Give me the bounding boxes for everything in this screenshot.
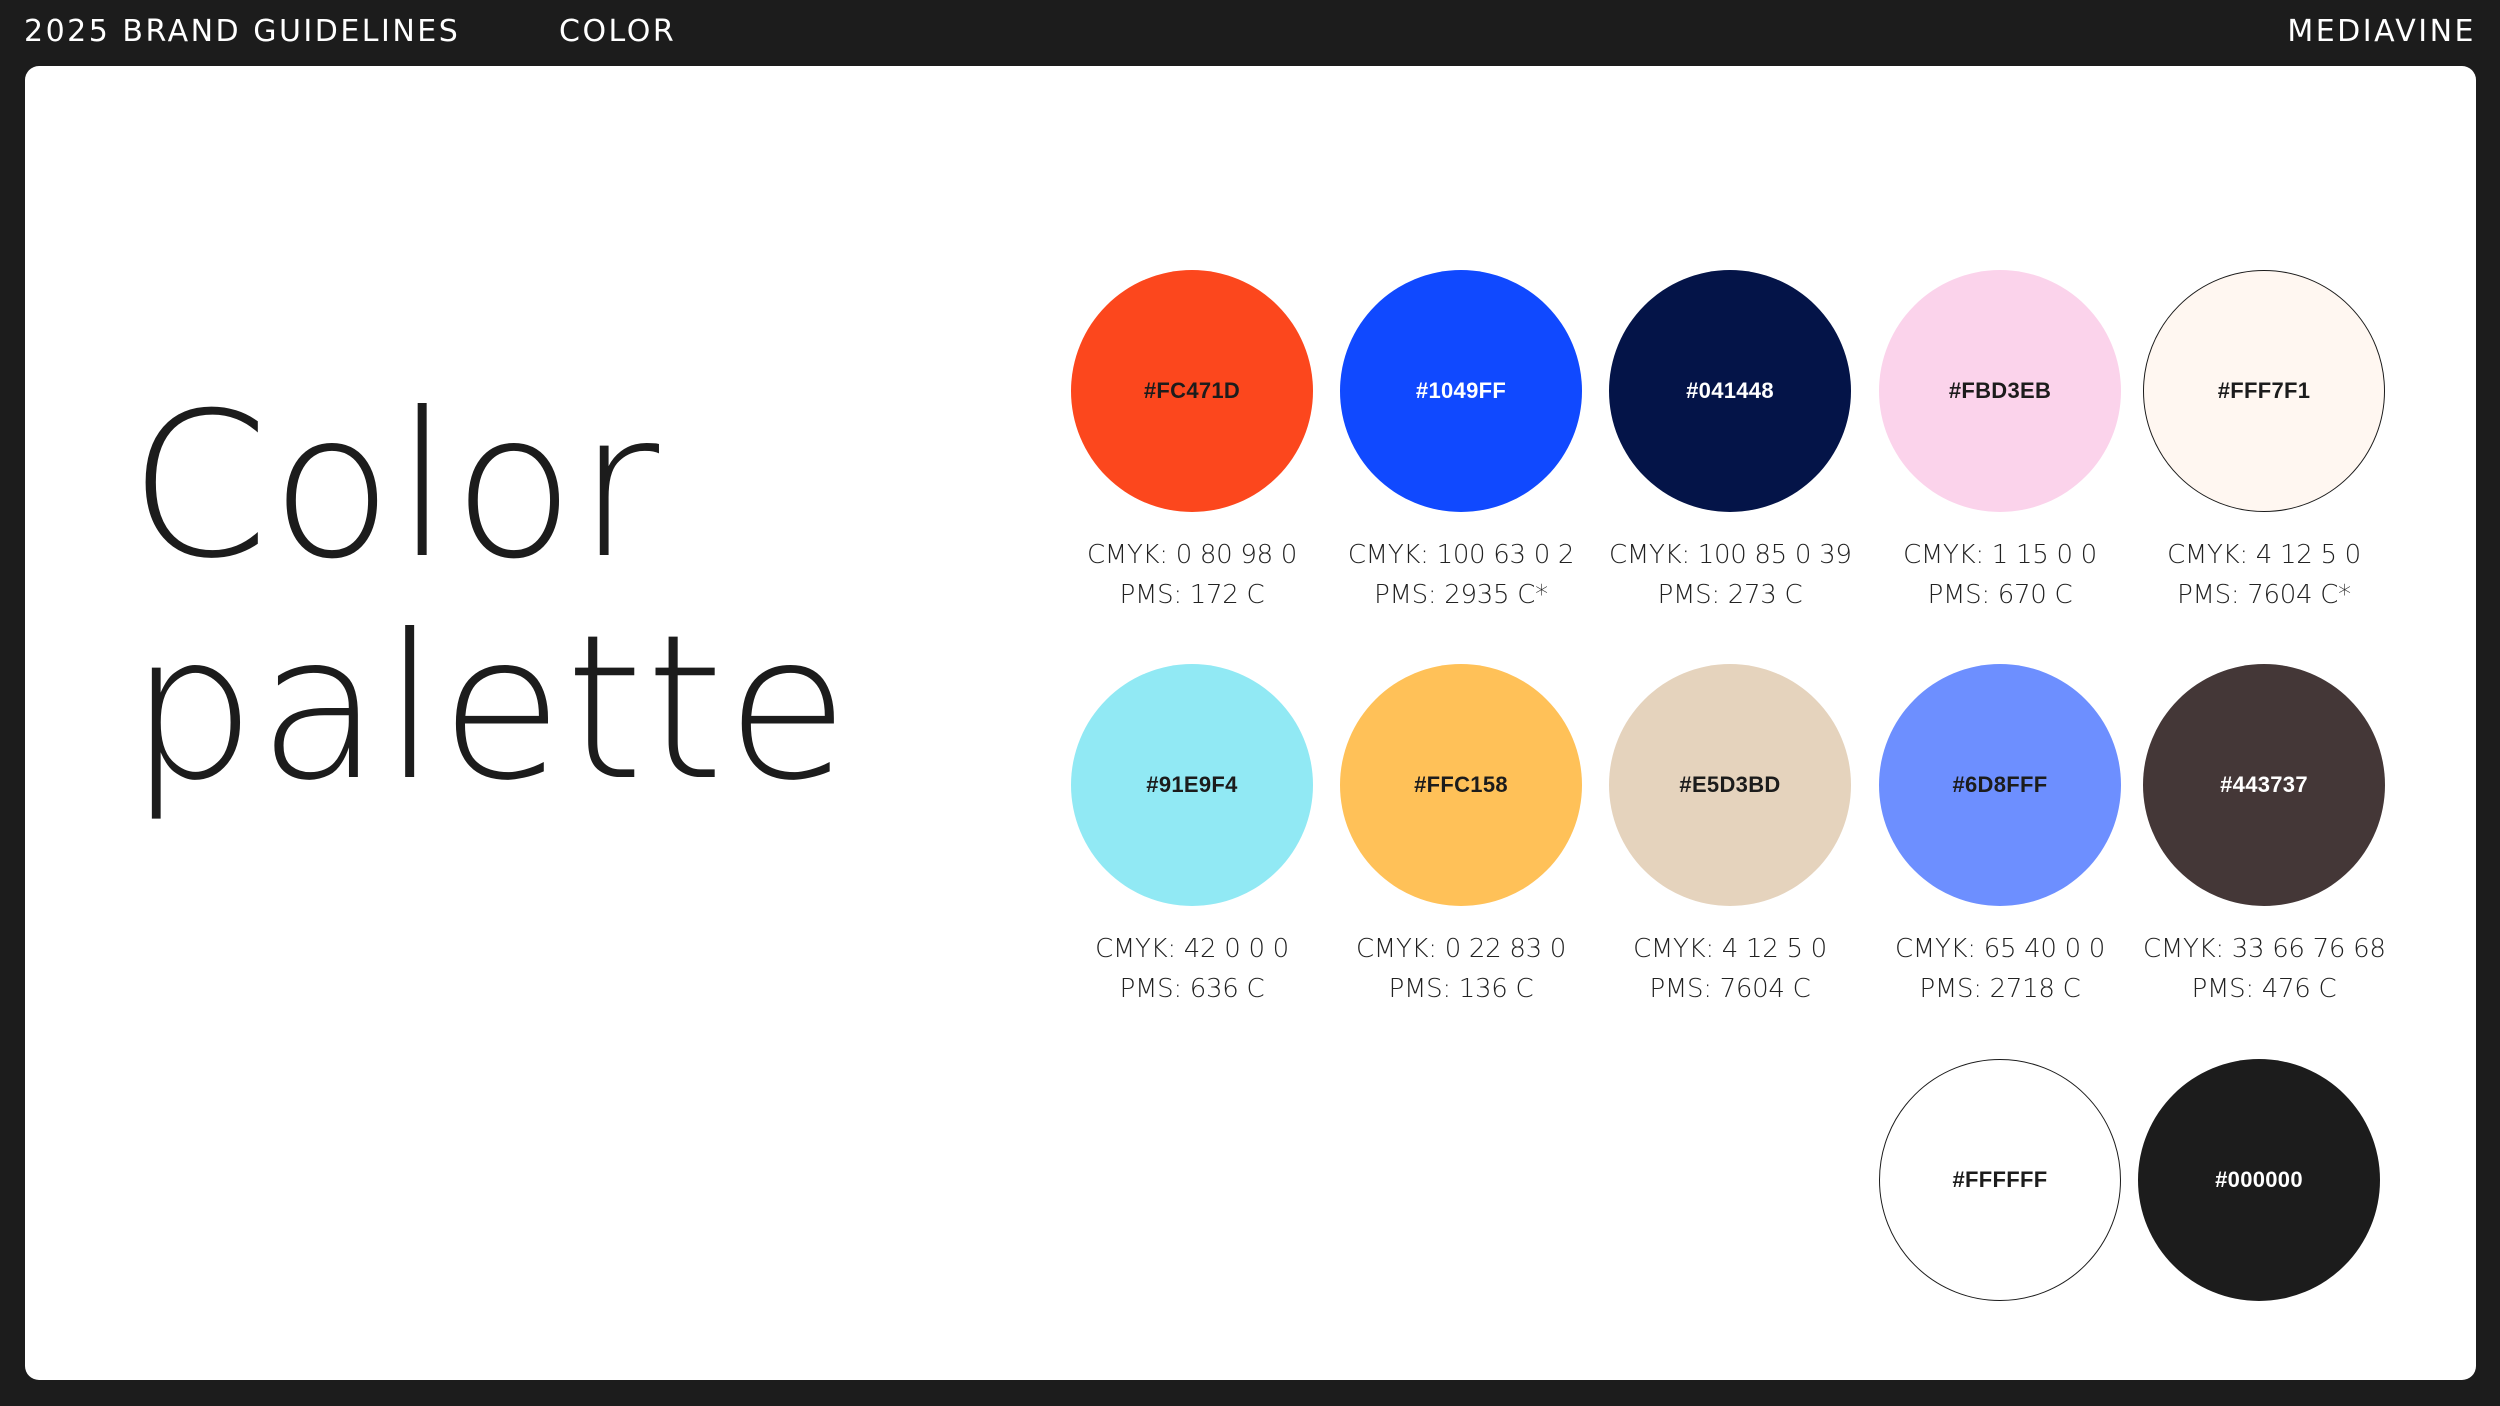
cmyk-value: CMYK: 42 0 0 0: [1095, 934, 1289, 964]
hex-code: #E5D3BD: [1679, 772, 1781, 797]
pms-value: PMS: 136 C: [1388, 974, 1534, 1004]
pms-value: PMS: 172 C: [1119, 580, 1265, 610]
color-swatch: #FBD3EB CMYK: 1 15 0 0 PMS: 670 C: [1879, 270, 2121, 615]
section-label: COLOR: [559, 14, 677, 49]
cmyk-value: CMYK: 65 40 0 0: [1894, 934, 2106, 964]
color-specs: CMYK: 65 40 0 0 PMS: 2718 C: [1879, 929, 2121, 1009]
color-specs: CMYK: 1 15 0 0 PMS: 670 C: [1879, 535, 2121, 615]
cmyk-value: CMYK: 33 66 76 68: [2143, 934, 2386, 964]
page-title-line-2: palette: [129, 592, 852, 825]
cmyk-value: CMYK: 100 85 0 39: [1609, 540, 1852, 570]
page-title-line-1: Color: [129, 370, 662, 603]
color-circle[interactable]: #FFFFFF: [1879, 1059, 2121, 1301]
hex-code: #443737: [2220, 772, 2308, 797]
hex-code: #041448: [1686, 378, 1774, 403]
color-swatch: #FFF7F1 CMYK: 4 12 5 0 PMS: 7604 C*: [2143, 270, 2385, 615]
cmyk-value: CMYK: 0 80 98 0: [1086, 540, 1298, 570]
color-circle[interactable]: #FBD3EB: [1879, 270, 2121, 512]
document-title: 2025 BRAND GUIDELINES: [24, 14, 461, 49]
color-swatch: #041448 CMYK: 100 85 0 39 PMS: 273 C: [1609, 270, 1852, 615]
color-swatch: #443737 CMYK: 33 66 76 68 PMS: 476 C: [2143, 664, 2386, 1009]
hex-code: #91E9F4: [1146, 772, 1238, 797]
color-swatch: #91E9F4 CMYK: 42 0 0 0 PMS: 636 C: [1071, 664, 1313, 1009]
pms-value: PMS: 636 C: [1119, 974, 1265, 1004]
pms-value: PMS: 2718 C: [1919, 974, 2081, 1004]
color-swatch: #E5D3BD CMYK: 4 12 5 0 PMS: 7604 C: [1609, 664, 1851, 1009]
pms-value: PMS: 7604 C: [1649, 974, 1811, 1004]
color-specs: CMYK: 4 12 5 0 PMS: 7604 C: [1609, 929, 1851, 1009]
color-swatch: #6D8FFF CMYK: 65 40 0 0 PMS: 2718 C: [1879, 664, 2121, 1009]
hex-code: #000000: [2215, 1167, 2303, 1192]
color-specs: CMYK: 4 12 5 0 PMS: 7604 C*: [2143, 535, 2385, 615]
color-specs: CMYK: 100 63 0 2 PMS: 2935 C*: [1340, 535, 1582, 615]
cmyk-value: CMYK: 0 22 83 0: [1355, 934, 1567, 964]
color-circle[interactable]: #443737: [2143, 664, 2385, 906]
color-specs: CMYK: 0 22 83 0 PMS: 136 C: [1340, 929, 1582, 1009]
hex-code: #FFFFFF: [1952, 1167, 2048, 1192]
color-swatch: #FC471D CMYK: 0 80 98 0 PMS: 172 C: [1071, 270, 1313, 615]
pms-value: PMS: 2935 C*: [1374, 580, 1548, 610]
color-specs: CMYK: 33 66 76 68 PMS: 476 C: [2143, 929, 2386, 1009]
color-specs: CMYK: 42 0 0 0 PMS: 636 C: [1071, 929, 1313, 1009]
cmyk-value: CMYK: 1 15 0 0: [1903, 540, 2097, 570]
page-title: Color palette: [129, 376, 851, 820]
hex-code: #FFC158: [1414, 772, 1508, 797]
color-swatch: #1049FF CMYK: 100 63 0 2 PMS: 2935 C*: [1340, 270, 1582, 615]
color-circle[interactable]: #E5D3BD: [1609, 664, 1851, 906]
color-circle[interactable]: #6D8FFF: [1879, 664, 2121, 906]
hex-code: #FC471D: [1143, 378, 1241, 403]
brand-name: MEDIAVINE: [2287, 14, 2476, 49]
color-swatch: #FFFFFF: [1879, 1059, 2121, 1301]
hex-code: #6D8FFF: [1952, 772, 2048, 797]
hex-code: #1049FF: [1415, 378, 1507, 403]
color-circle[interactable]: #FFC158: [1340, 664, 1582, 906]
cmyk-value: CMYK: 4 12 5 0: [1633, 934, 1827, 964]
color-circle[interactable]: #FFF7F1: [2143, 270, 2385, 512]
color-circle[interactable]: #1049FF: [1340, 270, 1582, 512]
color-swatch: #FFC158 CMYK: 0 22 83 0 PMS: 136 C: [1340, 664, 1582, 1009]
pms-value: PMS: 273 C: [1657, 580, 1803, 610]
pms-value: PMS: 670 C: [1927, 580, 2073, 610]
cmyk-value: CMYK: 4 12 5 0: [2167, 540, 2361, 570]
cmyk-value: CMYK: 100 63 0 2: [1347, 540, 1575, 570]
color-specs: CMYK: 100 85 0 39 PMS: 273 C: [1609, 535, 1852, 615]
color-circle[interactable]: #91E9F4: [1071, 664, 1313, 906]
color-circle[interactable]: #000000: [2138, 1059, 2380, 1301]
pms-value: PMS: 7604 C*: [2177, 580, 2351, 610]
hex-code: #FFF7F1: [2217, 378, 2311, 403]
color-circle[interactable]: #FC471D: [1071, 270, 1313, 512]
color-swatch: #000000: [2138, 1059, 2380, 1301]
pms-value: PMS: 476 C: [2191, 974, 2337, 1004]
color-specs: CMYK: 0 80 98 0 PMS: 172 C: [1071, 535, 1313, 615]
hex-code: #FBD3EB: [1948, 378, 2052, 403]
color-circle[interactable]: #041448: [1609, 270, 1851, 512]
